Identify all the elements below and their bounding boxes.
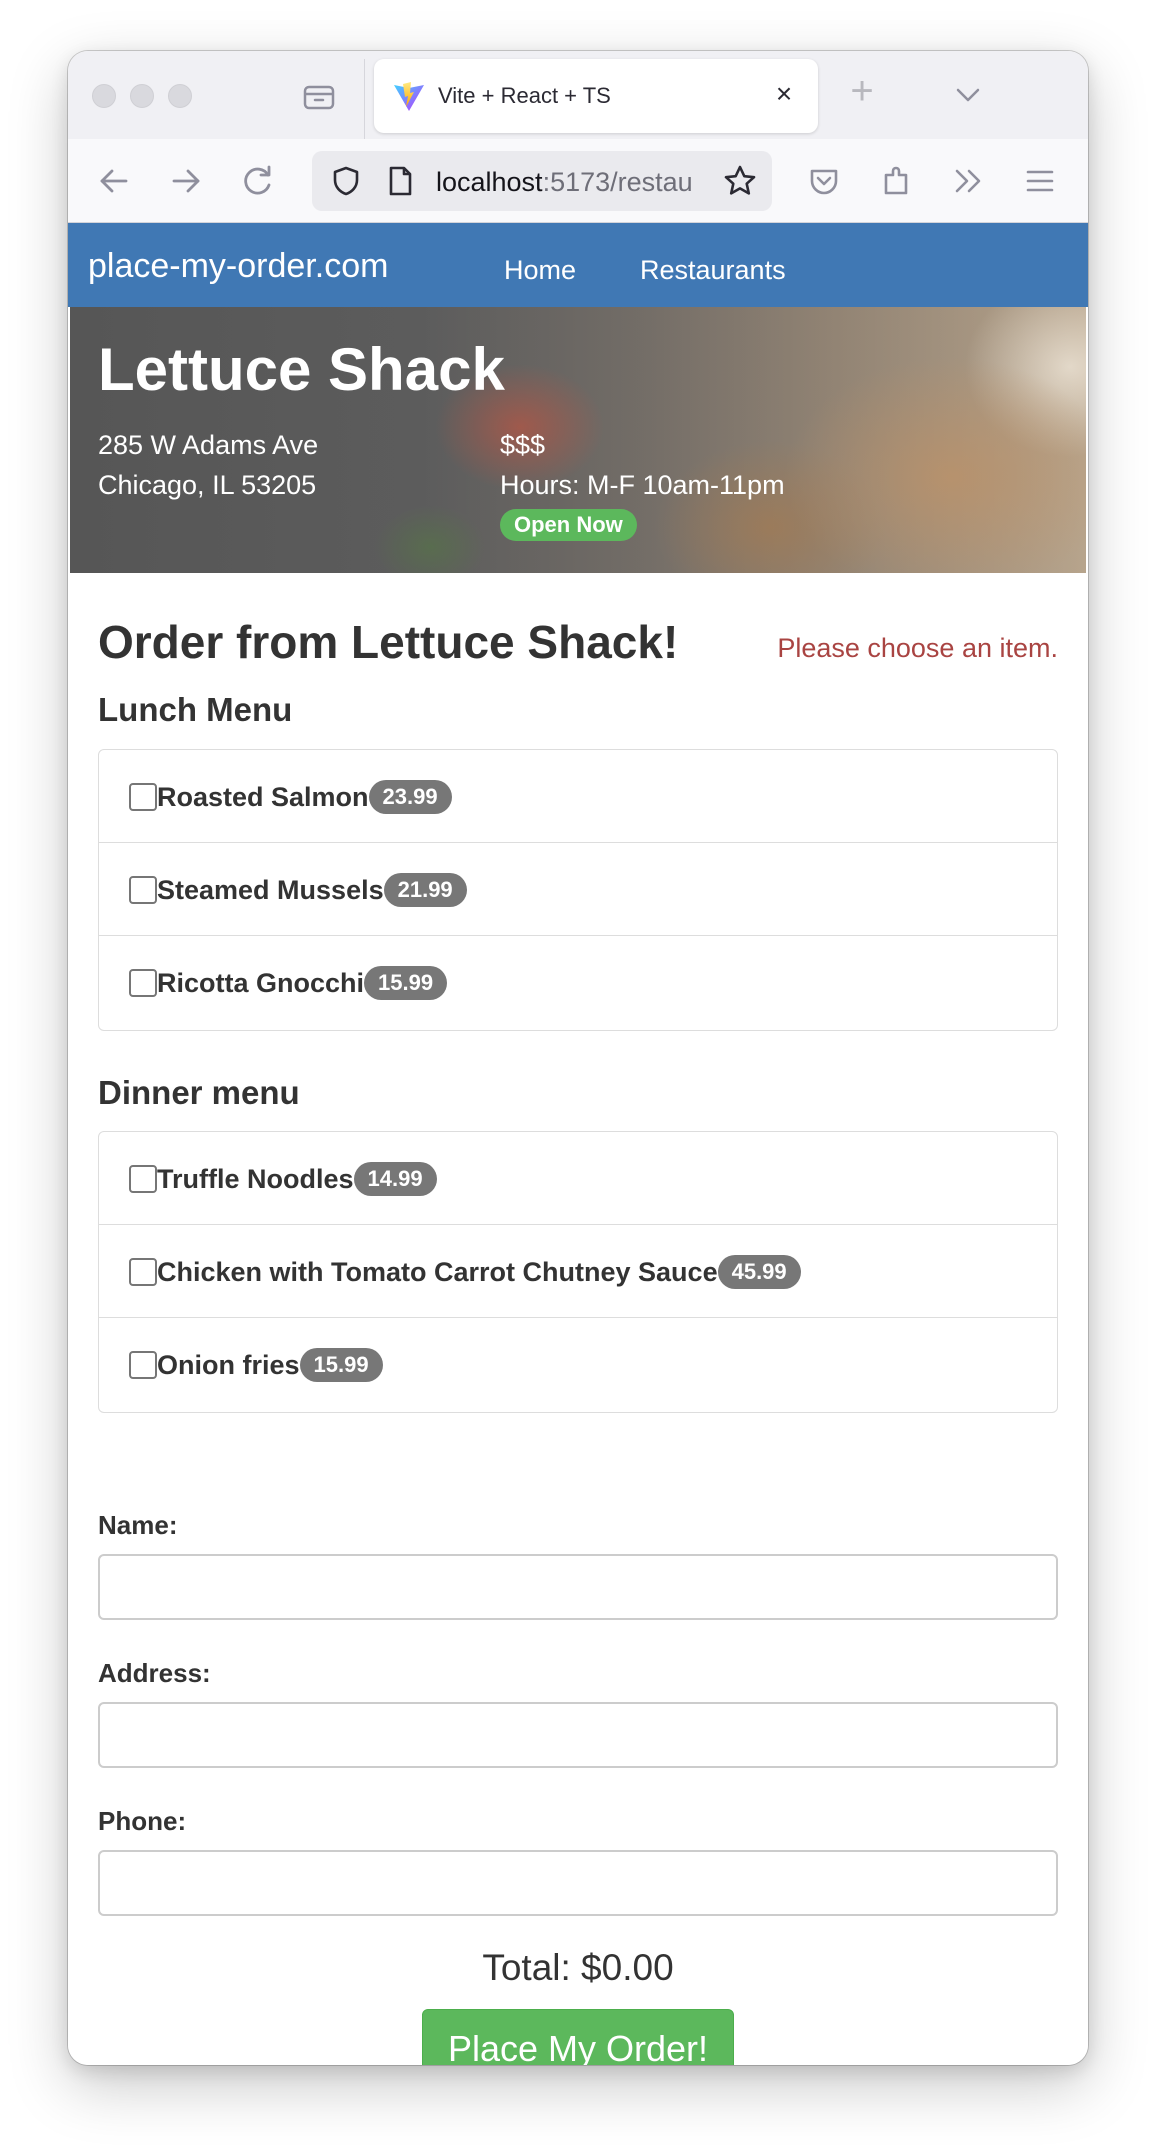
price-badge: 15.99 bbox=[299, 1348, 383, 1382]
menu-item[interactable]: Onion fries 15.99 bbox=[99, 1318, 1057, 1411]
price-level: $$$ bbox=[500, 430, 546, 460]
menu-item-label[interactable]: Onion fries 15.99 bbox=[129, 1348, 383, 1382]
address-line-1: 285 W Adams Ave bbox=[98, 430, 319, 460]
zoom-window-button[interactable] bbox=[168, 84, 192, 108]
menu-item-label[interactable]: Roasted Salmon 23.99 bbox=[129, 780, 452, 814]
browser-tab-active[interactable]: Vite + React + TS × bbox=[374, 59, 818, 133]
menu-item[interactable]: Chicken with Tomato Carrot Chutney Sauce… bbox=[99, 1225, 1057, 1318]
menu-item-checkbox[interactable] bbox=[129, 1258, 157, 1286]
close-tab-icon[interactable]: × bbox=[770, 80, 798, 109]
hamburger-menu-icon[interactable] bbox=[1018, 159, 1062, 203]
pocket-icon[interactable] bbox=[802, 159, 846, 203]
brand-link[interactable]: place-my-order.com bbox=[88, 247, 388, 286]
restaurant-hero-banner: Lettuce Shack 285 W Adams Ave Chicago, I… bbox=[70, 307, 1086, 573]
name-label: Name: bbox=[98, 1510, 178, 1540]
menu-item-checkbox[interactable] bbox=[129, 969, 157, 997]
url-bar[interactable]: localhost:5173/restau bbox=[312, 151, 772, 211]
minimize-window-button[interactable] bbox=[130, 84, 154, 108]
restaurant-hours: Hours: M-F 10am-11pm bbox=[500, 470, 785, 500]
menu-item-checkbox[interactable] bbox=[129, 1165, 157, 1193]
shield-icon[interactable] bbox=[328, 163, 364, 199]
back-arrow-icon[interactable] bbox=[92, 159, 136, 203]
dinner-menu-heading: Dinner menu bbox=[98, 1074, 300, 1111]
menu-item-name: Roasted Salmon bbox=[157, 781, 369, 812]
address-input[interactable] bbox=[98, 1702, 1058, 1768]
price-badge: 23.99 bbox=[368, 780, 452, 814]
open-now-badge: Open Now bbox=[500, 509, 637, 541]
reload-icon[interactable] bbox=[236, 159, 280, 203]
lunch-menu-list: Roasted Salmon 23.99 Steamed Mussels 21.… bbox=[98, 749, 1058, 1031]
restaurant-name: Lettuce Shack bbox=[98, 336, 505, 403]
choose-item-alert: Please choose an item. bbox=[777, 633, 1058, 663]
restaurant-address: 285 W Adams Ave Chicago, IL 53205 bbox=[98, 425, 318, 505]
phone-input[interactable] bbox=[98, 1850, 1058, 1916]
browser-toolbar: localhost:5173/restau bbox=[68, 139, 1088, 223]
menu-item-label[interactable]: Chicken with Tomato Carrot Chutney Sauce… bbox=[129, 1255, 801, 1289]
forward-arrow-icon[interactable] bbox=[164, 159, 208, 203]
nav-restaurants-link[interactable]: Restaurants bbox=[640, 255, 786, 286]
name-input[interactable] bbox=[98, 1554, 1058, 1620]
menu-item[interactable]: Roasted Salmon 23.99 bbox=[99, 750, 1057, 843]
menu-item-label[interactable]: Ricotta Gnocchi 15.99 bbox=[129, 966, 448, 1000]
vite-logo-icon bbox=[392, 80, 426, 114]
menu-item-name: Chicken with Tomato Carrot Chutney Sauce bbox=[157, 1256, 718, 1287]
restaurant-info: $$$ Hours: M-F 10am-11pm bbox=[500, 425, 785, 505]
phone-label: Phone: bbox=[98, 1806, 187, 1836]
dinner-menu-list: Truffle Noodles 14.99 Chicken with Tomat… bbox=[98, 1131, 1058, 1413]
price-badge: 15.99 bbox=[364, 966, 448, 1000]
tab-divider bbox=[364, 59, 365, 139]
bookmark-star-icon[interactable] bbox=[722, 163, 758, 199]
page-info-icon[interactable] bbox=[382, 163, 418, 199]
menu-item[interactable]: Truffle Noodles 14.99 bbox=[99, 1132, 1057, 1225]
menu-item-name: Onion fries bbox=[157, 1349, 300, 1380]
site-navbar: place-my-order.com Home Restaurants bbox=[68, 223, 1088, 307]
tab-title: Vite + React + TS bbox=[438, 83, 611, 108]
menu-item-label[interactable]: Truffle Noodles 14.99 bbox=[129, 1162, 437, 1196]
price-badge: 14.99 bbox=[353, 1162, 437, 1196]
menu-item-name: Truffle Noodles bbox=[157, 1163, 354, 1194]
menu-item-checkbox[interactable] bbox=[129, 783, 157, 811]
menu-item-checkbox[interactable] bbox=[129, 1351, 157, 1379]
extensions-icon[interactable] bbox=[874, 159, 918, 203]
address-label: Address: bbox=[98, 1658, 211, 1688]
price-badge: 45.99 bbox=[717, 1255, 801, 1289]
price-badge: 21.99 bbox=[383, 873, 467, 907]
browser-tab-bar: Vite + React + TS × + bbox=[68, 51, 1088, 139]
overflow-chevrons-icon[interactable] bbox=[946, 159, 990, 203]
menu-item-label[interactable]: Steamed Mussels 21.99 bbox=[129, 873, 467, 907]
place-order-button[interactable]: Place My Order! bbox=[422, 2009, 734, 2065]
page-content: place-my-order.com Home Restaurants Lett… bbox=[68, 223, 1088, 2065]
order-total: Total: $0.00 bbox=[482, 1947, 674, 1988]
nav-home-link[interactable]: Home bbox=[504, 255, 576, 286]
menu-item[interactable]: Ricotta Gnocchi 15.99 bbox=[99, 936, 1057, 1029]
new-tab-icon[interactable]: + bbox=[844, 71, 880, 111]
order-title: Order from Lettuce Shack! bbox=[98, 616, 679, 668]
menu-item[interactable]: Steamed Mussels 21.99 bbox=[99, 843, 1057, 936]
menu-item-checkbox[interactable] bbox=[129, 876, 157, 904]
menu-item-name: Ricotta Gnocchi bbox=[157, 967, 365, 998]
close-window-button[interactable] bbox=[92, 84, 116, 108]
menu-item-name: Steamed Mussels bbox=[157, 874, 384, 905]
url-host: localhost bbox=[436, 167, 543, 197]
url-text[interactable]: localhost:5173/restau bbox=[436, 167, 708, 198]
chevron-down-icon[interactable] bbox=[952, 81, 984, 109]
url-path: :5173/restau bbox=[542, 167, 693, 197]
tab-groups-icon[interactable] bbox=[302, 81, 336, 111]
browser-window: Vite + React + TS × + localhost:5173/res… bbox=[68, 51, 1088, 2065]
address-line-2: Chicago, IL 53205 bbox=[98, 470, 317, 500]
lunch-menu-heading: Lunch Menu bbox=[98, 691, 293, 728]
